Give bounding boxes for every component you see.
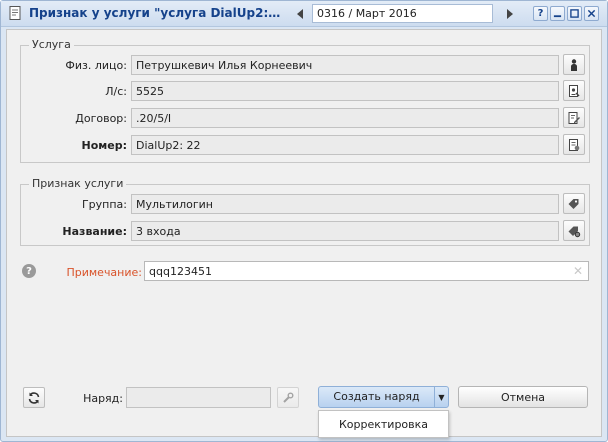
account-label: Л/с: bbox=[105, 85, 127, 98]
account-select-button[interactable] bbox=[563, 80, 585, 101]
close-icon bbox=[587, 9, 596, 18]
triangle-left-icon bbox=[297, 8, 303, 19]
title-bar[interactable]: Признак у услуги "услуга DialUp2: 22, пр… bbox=[1, 1, 607, 27]
contract-edit-icon bbox=[568, 111, 580, 124]
create-order-button[interactable]: Создать наряд ▼ bbox=[318, 386, 449, 408]
account-field[interactable]: 5525 bbox=[131, 81, 559, 101]
note-value: qqq123451 bbox=[149, 265, 212, 278]
next-period-button[interactable] bbox=[500, 4, 520, 23]
person-label: Физ. лицо: bbox=[65, 59, 127, 72]
tags-icon bbox=[568, 198, 579, 209]
attribute-select-button[interactable] bbox=[563, 220, 585, 241]
close-button[interactable] bbox=[584, 6, 599, 21]
minimize-icon bbox=[553, 15, 562, 18]
service-legend: Услуга bbox=[29, 38, 74, 51]
minimize-button[interactable] bbox=[550, 6, 565, 21]
note-field[interactable]: qqq123451 ✕ bbox=[144, 261, 589, 281]
contract-label: Договор: bbox=[75, 112, 127, 125]
person-field[interactable]: Петрушкевич Илья Корнеевич bbox=[131, 55, 559, 75]
prev-period-button[interactable] bbox=[290, 4, 310, 23]
number-field[interactable]: DialUp2: 22 bbox=[131, 135, 559, 155]
account-card-icon bbox=[569, 84, 580, 97]
person-icon bbox=[571, 58, 577, 71]
create-order-menu: Корректировка bbox=[318, 410, 449, 438]
attribute-fieldset: Признак услуги Группа: Мультилогин Назва… bbox=[20, 177, 590, 246]
menu-item-correction[interactable]: Корректировка bbox=[319, 411, 448, 437]
number-select-button[interactable] bbox=[563, 134, 585, 155]
note-label: Примечание: bbox=[66, 266, 142, 279]
period-field[interactable]: 0316 / Март 2016 bbox=[312, 4, 493, 23]
tag-settings-icon bbox=[568, 226, 581, 237]
cancel-button[interactable]: Отмена bbox=[458, 386, 588, 408]
group-label: Группа: bbox=[81, 198, 127, 211]
refresh-icon bbox=[28, 391, 40, 404]
service-document-icon bbox=[569, 138, 580, 151]
create-order-label: Создать наряд bbox=[333, 390, 420, 403]
clear-note-icon[interactable]: ✕ bbox=[573, 264, 583, 278]
order-link-button[interactable] bbox=[277, 387, 299, 408]
create-order-menu-arrow[interactable]: ▼ bbox=[434, 387, 448, 407]
maximize-icon bbox=[570, 9, 579, 18]
attribute-name-field[interactable]: 3 входа bbox=[131, 221, 559, 241]
help-button[interactable]: ? bbox=[533, 6, 548, 21]
group-select-button[interactable] bbox=[563, 193, 585, 214]
order-field[interactable] bbox=[126, 387, 271, 408]
window-title: Признак у услуги "услуга DialUp2: 22, пр… bbox=[29, 6, 283, 20]
attribute-name-label: Название: bbox=[62, 225, 127, 238]
triangle-right-icon bbox=[507, 8, 513, 19]
note-help-icon[interactable]: ? bbox=[22, 264, 36, 278]
refresh-button[interactable] bbox=[23, 387, 45, 408]
contract-field[interactable]: .20/5/I bbox=[131, 108, 559, 128]
order-label: Наряд: bbox=[83, 392, 123, 405]
group-field[interactable]: Мультилогин bbox=[131, 194, 559, 214]
attribute-legend: Признак услуги bbox=[29, 177, 127, 190]
wrench-icon bbox=[283, 392, 294, 403]
contract-select-button[interactable] bbox=[563, 107, 585, 128]
form-panel: Услуга Физ. лицо: Петрушкевич Илья Корне… bbox=[6, 29, 602, 437]
person-select-button[interactable] bbox=[563, 54, 585, 75]
document-icon bbox=[7, 5, 23, 21]
service-fieldset: Услуга Физ. лицо: Петрушкевич Илья Корне… bbox=[20, 38, 590, 163]
number-label: Номер: bbox=[81, 139, 128, 152]
dialog-window: Признак у услуги "услуга DialUp2: 22, пр… bbox=[0, 0, 608, 442]
maximize-button[interactable] bbox=[567, 6, 582, 21]
